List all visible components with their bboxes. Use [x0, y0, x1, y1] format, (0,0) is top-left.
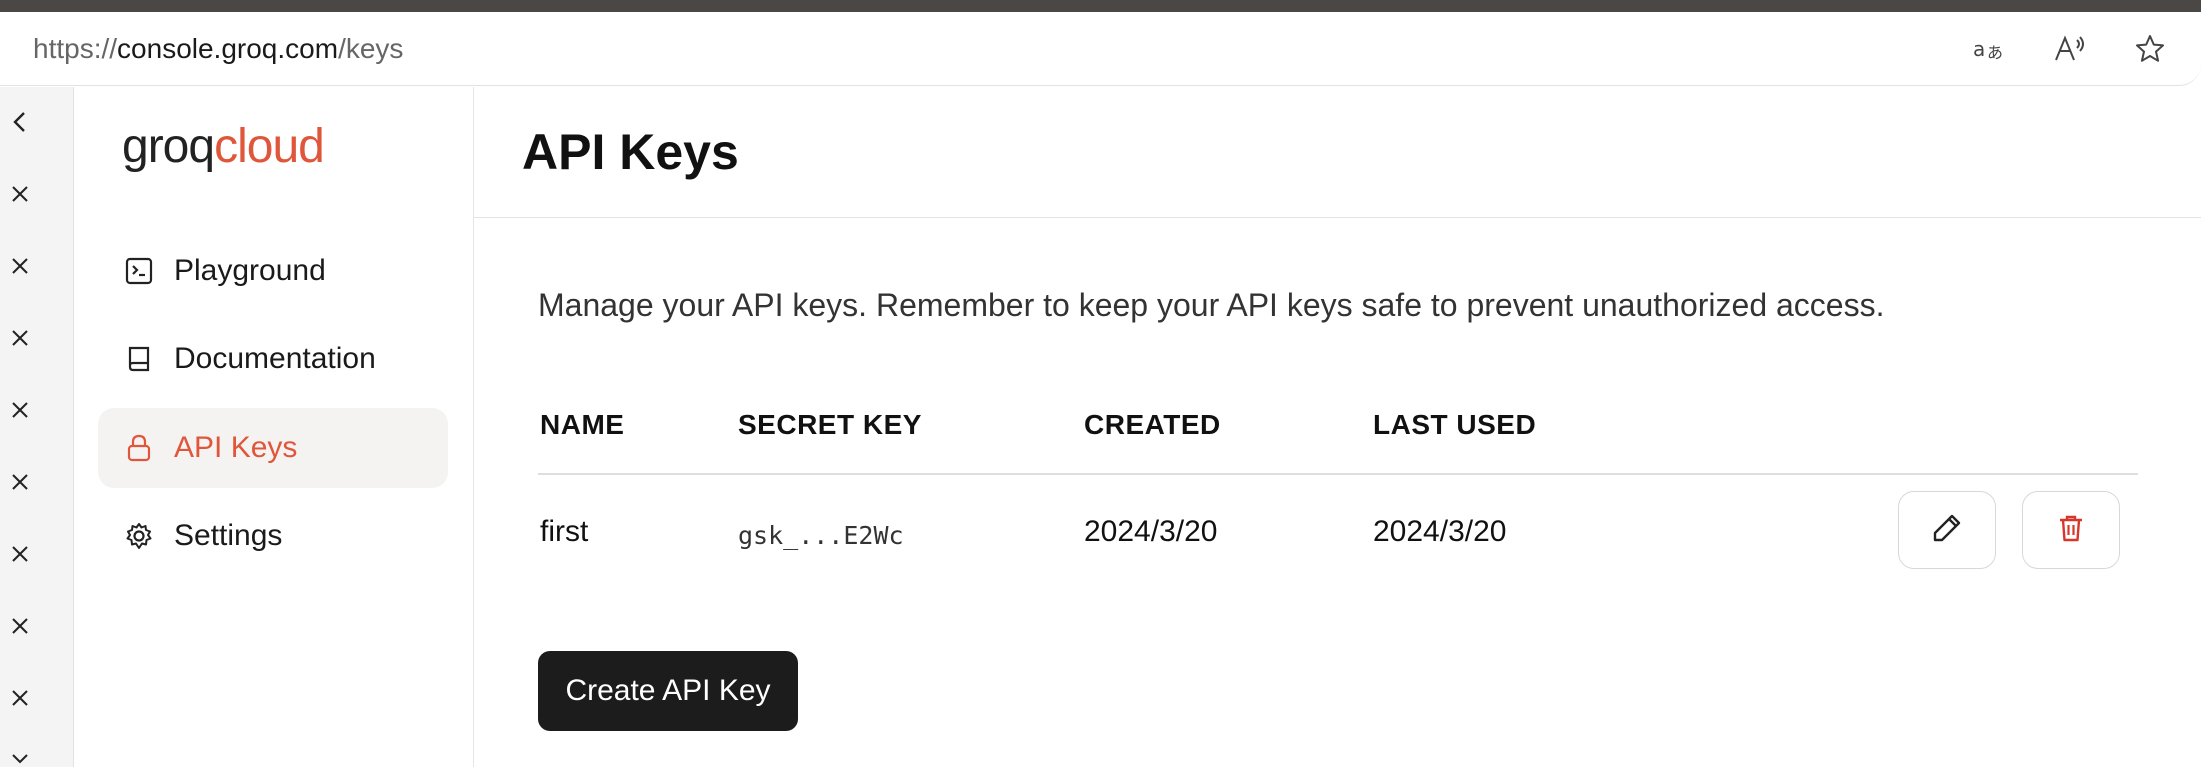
column-header-created: CREATED	[1084, 409, 1221, 440]
close-icon[interactable]	[8, 614, 32, 638]
key-name-cell: first	[540, 515, 589, 548]
favorite-star-icon[interactable]	[2131, 30, 2169, 68]
chevron-left-icon[interactable]	[8, 110, 32, 134]
read-aloud-icon[interactable]	[2051, 30, 2089, 68]
groqcloud-logo[interactable]: groqcloud	[122, 117, 325, 177]
secret-key-cell: gsk_...E2Wc	[738, 521, 904, 550]
url-text[interactable]: https://console.groq.com/keys	[33, 31, 403, 67]
close-icon[interactable]	[8, 326, 32, 350]
close-icon[interactable]	[8, 470, 32, 494]
sidebar-item-settings[interactable]: Settings	[98, 496, 448, 576]
delete-key-button[interactable]	[2022, 491, 2120, 569]
close-icon[interactable]	[8, 254, 32, 278]
address-bar[interactable]: https://console.groq.com/keys aあ	[0, 12, 2201, 86]
main-content: API Keys Manage your API keys. Remember …	[474, 87, 2201, 767]
url-host: console.groq.com	[117, 33, 339, 64]
svg-text:あ: あ	[1987, 43, 2003, 62]
table-header-divider	[538, 473, 2138, 475]
terminal-icon	[122, 254, 156, 288]
sidebar-item-api-keys[interactable]: API Keys	[98, 408, 448, 488]
edit-key-button[interactable]	[1898, 491, 1996, 569]
vertical-tab-strip	[0, 87, 74, 767]
lock-icon	[122, 431, 156, 465]
last-used-cell: 2024/3/20	[1373, 515, 1507, 548]
translate-icon[interactable]: aあ	[1971, 30, 2009, 68]
column-header-secret-key: SECRET KEY	[738, 409, 922, 440]
sidebar-item-documentation[interactable]: Documentation	[98, 319, 448, 399]
create-api-key-button[interactable]: Create API Key	[538, 651, 798, 731]
url-scheme: https://	[33, 33, 118, 64]
chevron-down-icon[interactable]	[8, 747, 32, 771]
sidebar-item-label: Settings	[174, 519, 283, 552]
close-icon[interactable]	[8, 182, 32, 206]
column-header-name: NAME	[540, 409, 625, 440]
close-icon[interactable]	[8, 542, 32, 566]
title-divider	[474, 217, 2201, 218]
pencil-icon	[1931, 512, 1963, 549]
sidebar-item-label: API Keys	[174, 431, 298, 464]
page-description: Manage your API keys. Remember to keep y…	[538, 287, 1885, 323]
browser-top-strip	[0, 0, 2201, 12]
page-title: API Keys	[522, 124, 739, 180]
close-icon[interactable]	[8, 686, 32, 710]
url-path: /keys	[338, 33, 404, 64]
sidebar-item-playground[interactable]: Playground	[98, 231, 448, 311]
created-cell: 2024/3/20	[1084, 515, 1218, 548]
close-icon[interactable]	[8, 398, 32, 422]
column-header-last-used: LAST USED	[1373, 409, 1537, 440]
sidebar-item-label: Playground	[174, 254, 326, 287]
trash-icon	[2055, 512, 2087, 549]
sidebar: groqcloud Playground Documentation API K…	[74, 87, 474, 767]
book-icon	[122, 342, 156, 376]
gear-icon	[122, 519, 156, 553]
svg-text:a: a	[1973, 37, 1985, 61]
sidebar-item-label: Documentation	[174, 342, 376, 375]
